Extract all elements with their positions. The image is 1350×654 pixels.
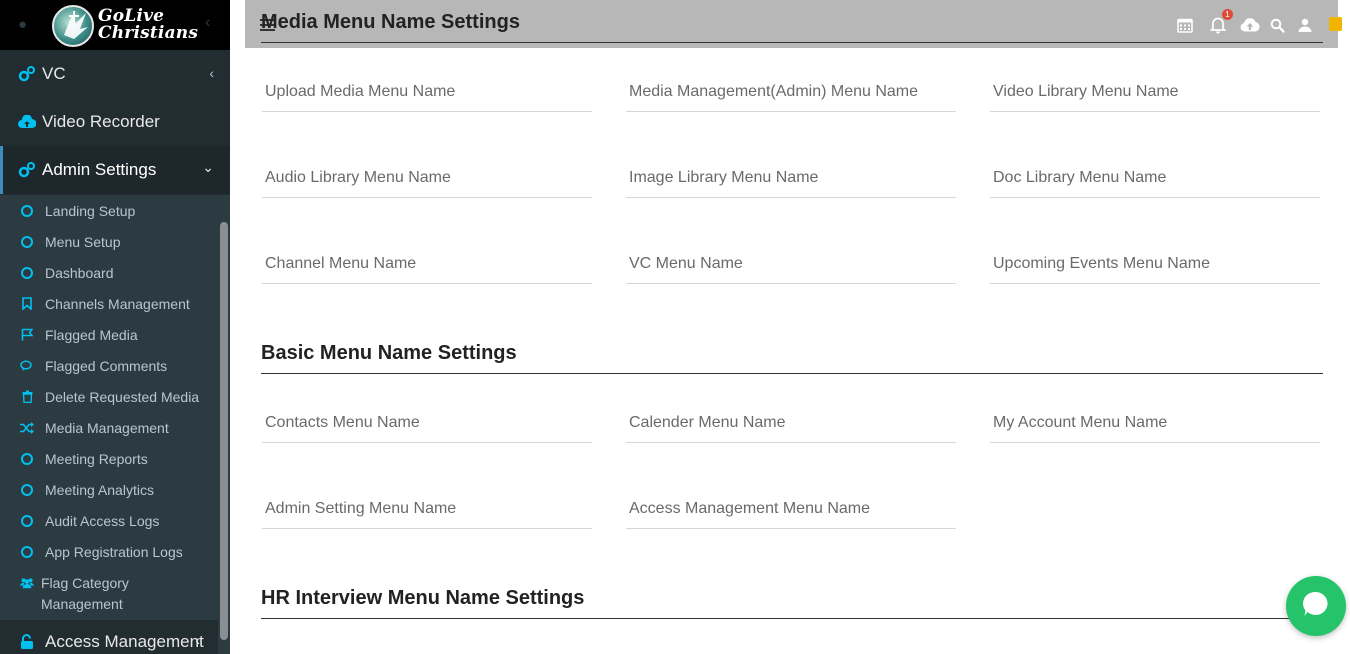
circle-icon — [20, 235, 34, 249]
submenu-item-label: Audit Access Logs — [45, 512, 160, 529]
chevron-left-icon: ‹ — [195, 632, 200, 648]
admin-setting-menu-name-field[interactable] — [262, 489, 592, 529]
video-library-menu-name-field[interactable] — [990, 72, 1320, 112]
content-gutter — [230, 0, 245, 654]
my-account-menu-name-field[interactable] — [990, 403, 1320, 443]
trash-icon — [20, 390, 34, 404]
sidebar-item-admin-settings[interactable]: Admin Settings ⌄ — [0, 146, 230, 194]
video-library-menu-name-input[interactable] — [990, 72, 1320, 111]
channel-menu-name-field[interactable] — [262, 244, 592, 284]
submenu-item-menu-setup[interactable]: Menu Setup — [0, 226, 218, 257]
submenu-item-label: Channels Management — [45, 295, 190, 312]
submenu-item-label: Menu Setup — [45, 233, 121, 250]
cogs-icon — [18, 161, 36, 179]
submenu-item-label: Flagged Comments — [45, 357, 168, 374]
access-management-menu-name-field[interactable] — [626, 489, 956, 529]
vc-menu-name-field[interactable] — [626, 244, 956, 284]
submenu-item-label: Meeting Analytics — [45, 481, 154, 498]
comments-icon — [20, 359, 34, 373]
sidebar-item-video-recorder[interactable]: Video Recorder — [0, 98, 230, 146]
sidebar-item-label: Admin Settings — [42, 160, 157, 179]
submenu-item-label: Media Management — [45, 419, 169, 436]
circle-icon — [20, 266, 34, 280]
users-icon — [20, 576, 34, 590]
logo-bar[interactable]: ● ‹ GoLive Christians — [0, 0, 230, 50]
flag-icon — [20, 328, 34, 342]
submenu-item-label: Meeting Reports — [45, 450, 148, 467]
media-management-admin-menu-name-input[interactable] — [626, 72, 956, 111]
section-title-hr-interview: HR Interview Menu Name Settings — [261, 587, 1323, 619]
upload-media-menu-name-field[interactable] — [262, 72, 592, 112]
image-library-menu-name-input[interactable] — [626, 158, 956, 197]
submenu-item-app-registration-logs[interactable]: App Registration Logs — [0, 536, 218, 567]
submenu-item-label: Flag Category Management — [41, 575, 129, 612]
submenu-item-label: Flagged Media — [45, 326, 138, 343]
submenu-item-channels-management[interactable]: Channels Management — [0, 288, 218, 319]
circle-icon — [20, 514, 34, 528]
chat-icon — [1301, 589, 1331, 624]
admin-setting-menu-name-input[interactable] — [262, 489, 592, 528]
vc-menu-name-input[interactable] — [626, 244, 956, 283]
bookmark-icon — [20, 297, 34, 311]
chat-button[interactable] — [1286, 576, 1346, 636]
my-account-menu-name-input[interactable] — [990, 403, 1320, 442]
sidebar-item-label: Video Recorder — [42, 112, 160, 131]
cloud-upload-icon — [18, 113, 36, 131]
upcoming-events-menu-name-input[interactable] — [990, 244, 1320, 283]
image-library-menu-name-field[interactable] — [626, 158, 956, 198]
submenu-item-label: App Registration Logs — [45, 543, 183, 560]
access-management-menu-name-input[interactable] — [626, 489, 956, 528]
user-icon: ● — [18, 16, 28, 33]
submenu-item-delete-requested-media[interactable]: Delete Requested Media — [0, 381, 218, 412]
status-indicator — [1329, 17, 1342, 31]
sidebar-item-label: Access Management — [45, 632, 204, 651]
circle-icon — [20, 545, 34, 559]
sidebar-item-vc[interactable]: VC ‹ — [0, 50, 230, 98]
contacts-menu-name-field[interactable] — [262, 403, 592, 443]
cogs-icon — [18, 65, 36, 83]
upcoming-events-menu-name-field[interactable] — [990, 244, 1320, 284]
chevron-left-icon: ‹ — [205, 14, 211, 31]
submenu-item-meeting-analytics[interactable]: Meeting Analytics — [0, 474, 218, 505]
upload-media-menu-name-input[interactable] — [262, 72, 592, 111]
page-right-edge — [1338, 0, 1350, 654]
media-management-admin-menu-name-field[interactable] — [626, 72, 956, 112]
submenu-item-label: Dashboard — [45, 264, 114, 281]
random-icon — [20, 421, 34, 435]
submenu-item-meeting-reports[interactable]: Meeting Reports — [0, 443, 218, 474]
chevron-down-icon: ⌄ — [202, 159, 214, 175]
calender-menu-name-field[interactable] — [626, 403, 956, 443]
submenu-item-media-management[interactable]: Media Management — [0, 412, 218, 443]
logo-icon — [52, 5, 94, 47]
circle-icon — [20, 204, 34, 218]
sidebar: ● ‹ GoLive Christians VC ‹ Video Recorde… — [0, 0, 230, 654]
section-title-basic: Basic Menu Name Settings — [261, 342, 1323, 374]
submenu-item-label: Landing Setup — [45, 202, 136, 219]
submenu-item-label: Delete Requested Media — [45, 388, 200, 405]
audio-library-menu-name-input[interactable] — [262, 158, 592, 197]
unlock-icon — [18, 633, 36, 651]
admin-settings-submenu: Landing Setup Menu Setup Dashboard Chann… — [0, 195, 218, 620]
doc-library-menu-name-field[interactable] — [990, 158, 1320, 198]
calender-menu-name-input[interactable] — [626, 403, 956, 442]
brand-name: GoLive Christians — [98, 8, 198, 42]
channel-menu-name-input[interactable] — [262, 244, 592, 283]
contacts-menu-name-input[interactable] — [262, 403, 592, 442]
brand-line-2: Christians — [98, 23, 199, 43]
submenu-item-landing-setup[interactable]: Landing Setup — [0, 195, 218, 226]
circle-icon — [20, 483, 34, 497]
doc-library-menu-name-input[interactable] — [990, 158, 1320, 197]
sidebar-item-label: VC — [42, 64, 66, 83]
submenu-item-audit-access-logs[interactable]: Audit Access Logs — [0, 505, 218, 536]
submenu-item-flagged-comments[interactable]: Flagged Comments — [0, 350, 218, 381]
audio-library-menu-name-field[interactable] — [262, 158, 592, 198]
circle-icon — [20, 452, 34, 466]
sidebar-item-access-management[interactable]: Access Management ‹ — [0, 620, 230, 654]
submenu-item-flagged-media[interactable]: Flagged Media — [0, 319, 218, 350]
chevron-left-icon: ‹ — [209, 65, 214, 81]
section-title-media: Media Menu Name Settings — [261, 11, 1323, 43]
sidebar-scrollbar-thumb[interactable] — [220, 222, 228, 640]
submenu-item-dashboard[interactable]: Dashboard — [0, 257, 218, 288]
submenu-item-flag-category-management[interactable]: Flag Category Management — [0, 567, 150, 615]
